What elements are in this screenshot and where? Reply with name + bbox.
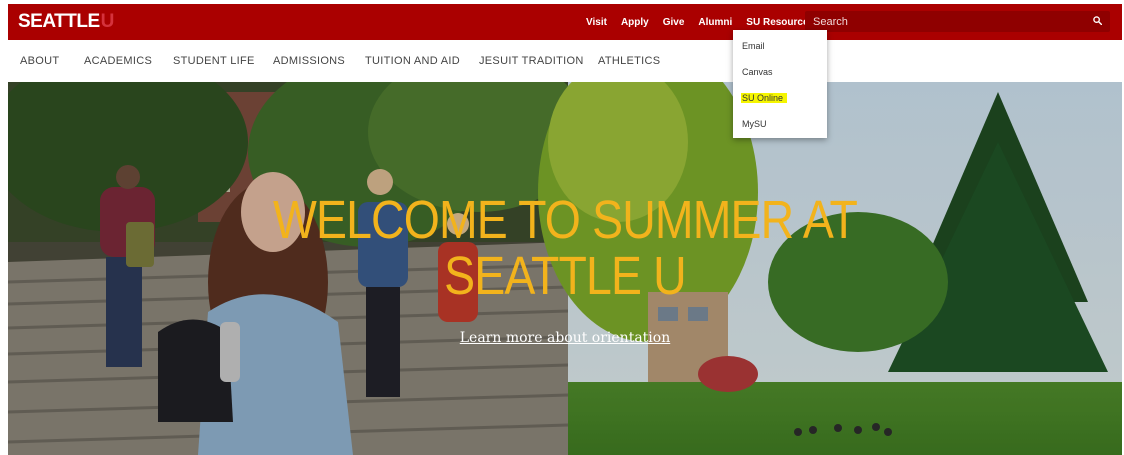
dropdown-item-su-online[interactable]: SU Online: [741, 93, 788, 103]
nav-item-about[interactable]: ABOUT: [20, 55, 59, 67]
seattle-u-logo[interactable]: SEATTLE U: [18, 11, 114, 33]
page-frame: SEATTLE U Visit Apply Give Alumni SU Reso…: [8, 4, 1122, 455]
nav-item-jesuit-tradition[interactable]: JESUIT TRADITION: [479, 55, 584, 67]
logo-accent: U: [100, 11, 115, 32]
nav-item-student-life[interactable]: STUDENT LIFE: [173, 55, 255, 67]
hero-headline: WELCOME TO SUMMER AT SEATTLE U: [86, 192, 1044, 304]
nav-item-athletics[interactable]: ATHLETICS: [598, 55, 660, 67]
main-nav: ABOUT ACADEMICS STUDENT LIFE ADMISSIONS …: [8, 40, 1122, 82]
visit-link[interactable]: Visit: [586, 17, 607, 28]
hero-headline-line1: WELCOME TO SUMMER AT: [272, 190, 858, 250]
dropdown-item-email[interactable]: Email: [742, 41, 765, 51]
su-resources-label: SU Resources: [746, 16, 815, 28]
dropdown-item-mysu[interactable]: MySU: [742, 119, 767, 129]
hero-banner: WELCOME TO SUMMER AT SEATTLE U Learn mor…: [8, 82, 1122, 455]
top-bar: SEATTLE U Visit Apply Give Alumni SU Reso…: [8, 4, 1122, 40]
dropdown-item-canvas[interactable]: Canvas: [742, 67, 773, 77]
nav-item-academics[interactable]: ACADEMICS: [84, 55, 152, 67]
give-link[interactable]: Give: [663, 17, 685, 28]
nav-item-tuition-and-aid[interactable]: TUITION AND AID: [365, 55, 460, 67]
logo-text: SEATTLE: [18, 11, 100, 32]
apply-link[interactable]: Apply: [621, 17, 649, 28]
search-input[interactable]: [805, 14, 1085, 29]
nav-item-admissions[interactable]: ADMISSIONS: [273, 55, 345, 67]
orientation-link[interactable]: Learn more about orientation: [453, 330, 677, 346]
alumni-link[interactable]: Alumni: [698, 17, 732, 28]
search-icon[interactable]: [1093, 16, 1102, 25]
search-box: [805, 11, 1110, 32]
hero-headline-line2: SEATTLE U: [444, 246, 687, 306]
su-resources-dropdown: Email Canvas SU Online MySU: [733, 30, 827, 138]
